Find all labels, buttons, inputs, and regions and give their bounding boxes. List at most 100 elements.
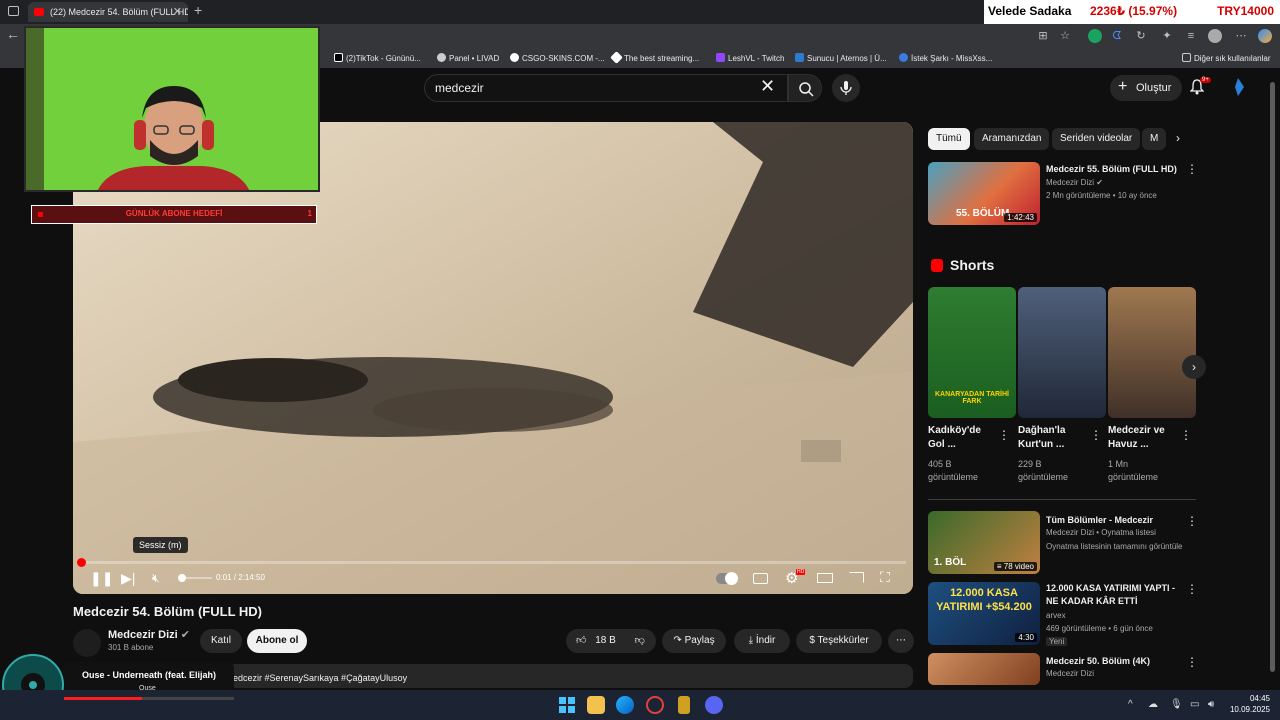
copilot-icon[interactable] (1258, 29, 1272, 43)
autoplay-toggle[interactable] (716, 572, 738, 585)
filter-chip-series[interactable]: Seriden videolar (1052, 128, 1141, 150)
extension-icon[interactable]: ᗧ (1110, 29, 1124, 43)
tray-volume-icon[interactable]: 🔊︎ (1208, 699, 1214, 710)
app-icon[interactable] (646, 696, 664, 714)
pause-icon[interactable]: ❚❚ (90, 570, 113, 587)
short-thumbnail[interactable] (1018, 287, 1106, 418)
rec-thumbnail[interactable]: 55. BÖLÜM 1:42:43 (928, 162, 1040, 225)
short-views: 405 B görüntüleme (928, 459, 979, 482)
other-bookmarks-folder[interactable]: Diğer sık kullanılanlar (1182, 53, 1270, 63)
short-thumbnail[interactable] (1108, 287, 1196, 418)
more-options-icon[interactable]: ⋮ (1186, 514, 1198, 528)
tray-mic-icon[interactable]: 🎙︎ (1170, 699, 1183, 710)
bookmark-item[interactable]: LeshVL - Twitch (716, 53, 784, 63)
taskbar-clock-time[interactable]: 04:45 (1222, 694, 1270, 703)
search-input[interactable]: medcezir (424, 74, 788, 102)
thumbs-down-icon[interactable]: 👎︎ (635, 635, 645, 646)
short-thumbnail[interactable]: KANARYADAN TARİHİ FARK (928, 287, 1016, 418)
filter-chip-from-search[interactable]: Aramanızdan (974, 128, 1050, 150)
volume-slider-handle[interactable] (178, 574, 186, 582)
rec-thumbnail[interactable]: 12.000 KASA YATIRIMI +$54.200 4:30 (928, 582, 1040, 645)
rec-channel[interactable]: Medcezir Dizi ✔ (1046, 178, 1103, 187)
rec-title[interactable]: Tüm Bölümler - Medcezir (1046, 514, 1186, 527)
taskbar-clock-date[interactable]: 10.09.2025 (1222, 705, 1270, 714)
bookmark-item[interactable]: Sunucu | Aternos | Ü... (795, 53, 887, 63)
like-dislike-group[interactable]: 👍︎ 18 B 👎︎ (566, 629, 656, 653)
more-options-icon[interactable]: ⋮ (1186, 162, 1198, 176)
refresh-extension-icon[interactable]: ↻ (1134, 29, 1148, 43)
channel-avatar[interactable] (73, 629, 101, 657)
join-button[interactable]: Katıl (200, 629, 242, 653)
theater-mode-icon[interactable] (817, 573, 833, 583)
subtitles-icon[interactable] (753, 573, 768, 584)
tab-list-icon[interactable] (8, 6, 19, 16)
download-button[interactable]: ⤓ İndir (734, 629, 790, 653)
fullscreen-icon[interactable]: ⛶ (880, 569, 890, 586)
search-button[interactable] (788, 74, 822, 102)
tab-close-icon[interactable]: ✕ (173, 2, 182, 22)
bookmark-item[interactable]: CSGO-SKINS.COM -... (510, 53, 605, 63)
playlist-thumbnail[interactable]: 1. BÖL ≡ 78 video (928, 511, 1040, 574)
subscribe-button[interactable]: Abone ol (247, 629, 307, 653)
rec-channel[interactable]: Medcezir Dizi • Oynatma listesi (1046, 528, 1156, 537)
filter-chip-more[interactable]: M (1142, 128, 1166, 150)
short-title[interactable]: Medcezir ve Havuz ... (1108, 424, 1180, 452)
short-title[interactable]: Dağhan'la Kurt'un ... (1018, 424, 1090, 452)
more-options-icon[interactable]: ⋮ (1090, 428, 1102, 442)
file-explorer-icon[interactable] (587, 696, 605, 714)
clear-search-icon[interactable]: ✕ (760, 76, 775, 97)
cast-icon[interactable] (849, 572, 864, 583)
bookmarks-icon[interactable]: ≡ (1184, 29, 1198, 43)
bookmark-item[interactable]: Panel • LIVAD (437, 53, 499, 63)
apps-icon[interactable]: ⊞ (1036, 29, 1050, 43)
rec-title[interactable]: 12.000 KASA YATIRIMI YAPTI - NE KADAR KÂ… (1046, 582, 1186, 608)
bookmark-item[interactable]: İstek Şarkı - MissXss... (899, 53, 992, 63)
rec-meta[interactable]: Oynatma listesinin tamamını görüntüle (1046, 542, 1183, 551)
edge-browser-icon[interactable] (616, 696, 634, 714)
back-arrow-icon[interactable]: ← (6, 26, 20, 42)
puzzle-icon[interactable]: ✦ (1160, 29, 1174, 43)
rec-channel[interactable]: Medcezir Dizi (1046, 669, 1094, 678)
start-windows-icon[interactable] (558, 696, 576, 714)
thanks-button[interactable]: $ Teşekkürler (796, 629, 882, 653)
discord-icon[interactable] (705, 696, 723, 714)
thumbs-up-icon[interactable]: 👍︎ (576, 635, 586, 646)
rec-title[interactable]: Medcezir 50. Bölüm (4K) (1046, 655, 1186, 668)
more-options-icon[interactable]: ⋮ (1186, 582, 1198, 596)
progress-scrubber-handle[interactable] (77, 558, 86, 567)
tray-display-icon[interactable]: ▭ (1190, 699, 1199, 710)
more-options-icon[interactable]: ⋮ (998, 428, 1010, 442)
volume-slider[interactable] (182, 577, 212, 579)
video-player[interactable] (73, 122, 913, 594)
rec-channel[interactable]: arvex (1046, 611, 1066, 620)
create-button[interactable]: + Oluştur (1110, 75, 1182, 101)
tray-app-icon[interactable]: ☁ (1148, 699, 1158, 710)
rec-thumbnail[interactable] (928, 653, 1040, 685)
account-avatar[interactable] (1229, 77, 1247, 97)
bookmark-item[interactable]: (2)TikTok - Gününü... (334, 53, 421, 63)
chevron-right-icon[interactable]: › (1176, 131, 1180, 145)
share-button[interactable]: ↷ Paylaş (662, 629, 726, 653)
browser-tab-active[interactable]: (22) Medcezir 54. Bölüm (FULL HD) ✕ (28, 2, 188, 22)
filter-chip-all[interactable]: Tümü (928, 128, 970, 150)
menu-dots-icon[interactable]: ⋯ (1234, 29, 1248, 43)
more-options-icon[interactable]: ⋮ (1186, 655, 1198, 669)
app-icon[interactable] (678, 696, 690, 714)
shorts-next-button[interactable]: › (1182, 355, 1206, 379)
rec-title[interactable]: Medcezir 55. Bölüm (FULL HD) (1046, 163, 1186, 176)
new-tab-button[interactable]: + (194, 2, 202, 18)
bookmark-item[interactable]: The best streaming... (610, 51, 699, 64)
voice-search-button[interactable] (832, 74, 860, 102)
channel-name[interactable]: Medcezir Dizi ✔ (108, 628, 190, 641)
short-title[interactable]: Kadıköy'de Gol ... (928, 424, 1000, 452)
volume-muted-icon[interactable]: 🔇︎ (152, 571, 160, 586)
video-progress-bar[interactable] (80, 561, 906, 564)
more-actions-button[interactable]: ⋯ (888, 629, 914, 653)
more-options-icon[interactable]: ⋮ (1180, 428, 1192, 442)
page-scrollbar[interactable] (1269, 72, 1277, 684)
star-icon[interactable]: ☆ (1058, 29, 1072, 43)
profile-avatar-icon[interactable] (1208, 29, 1222, 43)
tray-chevron-up-icon[interactable]: ^ (1128, 699, 1133, 710)
extension-shield-icon[interactable] (1088, 29, 1102, 43)
next-video-icon[interactable]: ▶| (121, 570, 135, 587)
